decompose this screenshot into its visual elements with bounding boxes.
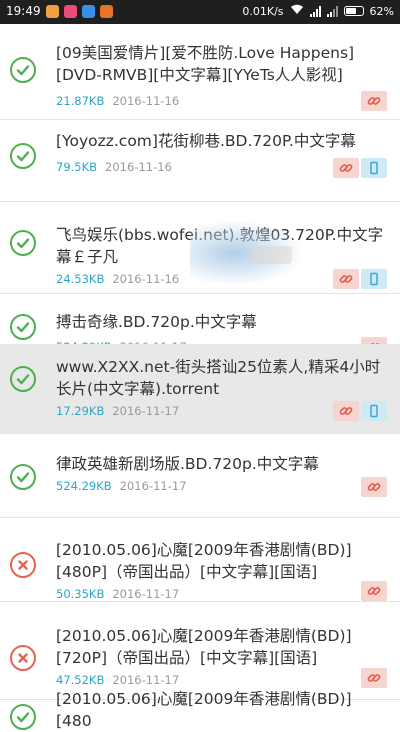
- status-bar-left: 19:49: [6, 4, 113, 18]
- clock: 19:49: [6, 4, 41, 18]
- list-item[interactable]: [2010.05.06]心魔[2009年香港剧情(BD)][480: [0, 674, 400, 730]
- link-icon: [339, 275, 353, 283]
- item-title: [2010.05.06]心魔[2009年香港剧情(BD)][480P]（帝国出品…: [56, 541, 352, 581]
- copy-link-button[interactable]: [361, 581, 387, 601]
- copy-link-button[interactable]: [333, 158, 359, 178]
- item-date: 2016-11-17: [112, 587, 180, 601]
- list-item[interactable]: [2010.05.06]心魔[2009年香港剧情(BD)][480P]（帝国出品…: [0, 504, 400, 602]
- item-date: 2016-11-16: [112, 94, 180, 108]
- item-meta: 79.5KB 2016-11-16: [56, 160, 172, 174]
- link-icon: [339, 407, 353, 415]
- send-to-phone-button[interactable]: [361, 401, 387, 421]
- copy-link-button[interactable]: [361, 477, 387, 497]
- phone-icon: [370, 272, 378, 286]
- battery-level: 62%: [369, 4, 394, 18]
- link-icon: [367, 483, 381, 491]
- item-title: 搏击奇缘.BD.720p.中文字幕: [56, 313, 257, 331]
- status-bar: 19:49 0.01K/s 62%: [0, 0, 400, 24]
- item-meta: 524.29KB 2016-11-17: [56, 479, 187, 493]
- item-date: 2016-11-17: [112, 404, 180, 418]
- link-icon: [367, 97, 381, 105]
- copy-link-button[interactable]: [361, 91, 387, 111]
- item-size: 24.53KB: [56, 272, 105, 286]
- network-speed: 0.01K/s: [242, 4, 284, 18]
- success-check-icon: [10, 704, 36, 730]
- list-item[interactable]: [09美国爱情片][爱不胜防.Love Happens][DVD-RMVB][中…: [0, 24, 400, 120]
- item-date: 2016-11-17: [119, 479, 187, 493]
- copy-link-button[interactable]: [333, 269, 359, 289]
- item-date: 2016-11-16: [105, 160, 172, 174]
- item-title: [Yoyozz.com]花街柳巷.BD.720P.中文字幕: [56, 132, 356, 150]
- link-icon: [339, 164, 353, 172]
- item-meta: 17.29KB 2016-11-17: [56, 404, 179, 418]
- link-icon: [367, 587, 381, 595]
- item-size: 50.35KB: [56, 587, 105, 601]
- success-check-icon: [10, 314, 36, 340]
- item-date: 2016-11-16: [112, 272, 180, 286]
- failed-x-icon: [10, 552, 36, 578]
- item-title: 律政英雄新剧场版.BD.720p.中文字幕: [56, 455, 319, 473]
- list-item-selected[interactable]: www.X2XX.net-街头搭讪25位素人,精采4小时长片(中文字幕).tor…: [0, 344, 400, 434]
- notification-chat-icon: [81, 4, 95, 18]
- notification-app2-icon: [99, 4, 113, 18]
- blurred-overlay-2: [252, 246, 292, 264]
- item-title: www.X2XX.net-街头搭讪25位素人,精采4小时长片(中文字幕).tor…: [56, 358, 381, 398]
- phone-icon: [370, 161, 378, 175]
- list-item[interactable]: [Yoyozz.com]花街柳巷.BD.720P.中文字幕 79.5KB 2016…: [0, 120, 400, 202]
- notification-app-icon: [45, 4, 59, 18]
- item-size: 17.29KB: [56, 404, 105, 418]
- item-meta: 21.87KB 2016-11-16: [56, 94, 179, 108]
- success-check-icon: [10, 230, 36, 256]
- signal2-icon: [326, 5, 338, 17]
- signal-icon: [309, 5, 321, 17]
- battery-icon: [343, 6, 364, 16]
- send-to-phone-button[interactable]: [361, 158, 387, 178]
- item-title: [09美国爱情片][爱不胜防.Love Happens][DVD-RMVB][中…: [56, 44, 355, 84]
- success-check-icon: [10, 143, 36, 169]
- item-size: 79.5KB: [56, 160, 98, 174]
- notification-music-icon: [63, 4, 77, 18]
- success-check-icon: [10, 57, 36, 83]
- phone-icon: [370, 404, 378, 418]
- success-check-icon: [10, 366, 36, 392]
- item-size: 524.29KB: [56, 479, 112, 493]
- item-meta: 50.35KB 2016-11-17: [56, 587, 179, 601]
- status-bar-right: 0.01K/s 62%: [242, 4, 394, 18]
- success-check-icon: [10, 464, 36, 490]
- item-title: [2010.05.06]心魔[2009年香港剧情(BD)][720P]（帝国出品…: [56, 627, 352, 667]
- item-size: 21.87KB: [56, 94, 105, 108]
- copy-link-button[interactable]: [333, 401, 359, 421]
- wifi-icon: [290, 4, 304, 18]
- failed-x-icon: [10, 645, 36, 671]
- send-to-phone-button[interactable]: [361, 269, 387, 289]
- item-title: [2010.05.06]心魔[2009年香港剧情(BD)][480: [56, 690, 352, 730]
- item-meta: 24.53KB 2016-11-16: [56, 272, 179, 286]
